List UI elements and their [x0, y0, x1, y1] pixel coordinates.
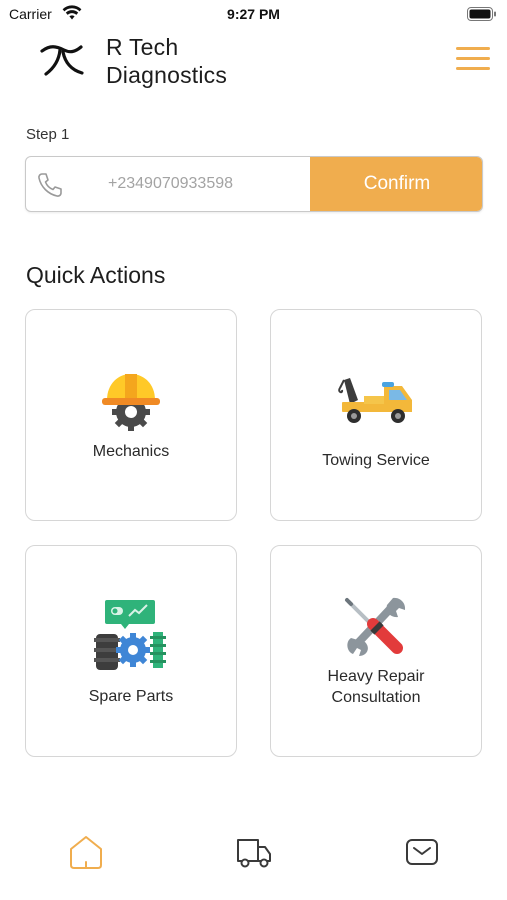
- home-icon[interactable]: [66, 832, 106, 872]
- quick-actions-title: Quick Actions: [26, 262, 166, 288]
- phone-icon: [38, 173, 62, 197]
- wrench-screwdriver-icon: [345, 597, 406, 656]
- spare-parts-gears-icon: [94, 600, 166, 670]
- status-bar: Carrier 9:27 PM: [0, 0, 507, 28]
- brand-name: R Tech Diagnostics: [106, 33, 227, 89]
- r-tech-logo-icon: [40, 45, 84, 76]
- quick-action-spare-parts[interactable]: Spare Parts: [25, 545, 237, 757]
- brand-line-2: Diagnostics: [106, 62, 228, 88]
- hamburger-menu-icon[interactable]: [454, 45, 492, 73]
- mail-icon[interactable]: [402, 832, 442, 872]
- brand-line-1: R Tech: [106, 34, 179, 60]
- quick-action-label: Spare Parts: [88, 688, 174, 705]
- quick-action-towing-service[interactable]: Towing Service: [270, 309, 482, 521]
- quick-action-label: Towing Service: [322, 452, 430, 469]
- quick-action-label: Heavy Repair Consultation: [271, 666, 481, 708]
- quick-action-label-line-2: Consultation: [331, 689, 421, 706]
- quick-action-mechanics[interactable]: Mechanics: [25, 309, 237, 521]
- hard-hat-gear-icon: [102, 374, 160, 431]
- phone-number-input[interactable]: [86, 157, 311, 211]
- battery-icon: [467, 7, 496, 21]
- clock: 9:27 PM: [227, 6, 280, 22]
- confirm-button[interactable]: Confirm: [310, 157, 482, 211]
- quick-action-label: Mechanics: [92, 443, 170, 460]
- step-label: Step 1: [26, 126, 70, 143]
- phone-confirm-row: Confirm: [25, 156, 483, 212]
- truck-icon[interactable]: [234, 832, 274, 872]
- quick-action-heavy-repair-consultation[interactable]: Heavy Repair Consultation: [270, 545, 482, 757]
- tow-truck-icon: [338, 378, 412, 423]
- quick-action-label-line-1: Heavy Repair: [327, 668, 425, 685]
